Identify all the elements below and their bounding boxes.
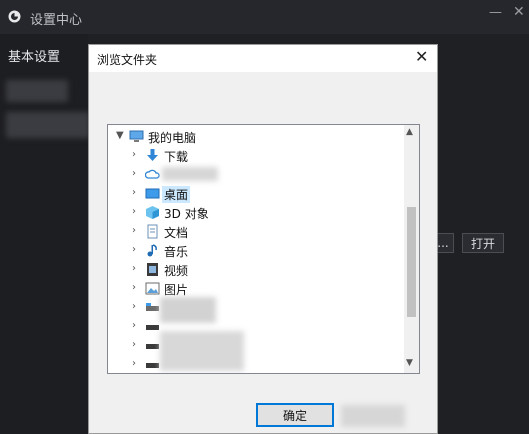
drive-icon <box>146 363 159 368</box>
chevron-right-icon[interactable]: › <box>132 225 136 236</box>
tree-item-label: 视频 <box>164 264 189 278</box>
blurred-region <box>6 112 90 138</box>
title-bar: 设置中心 — ✕ <box>0 0 529 34</box>
tree-item-drive[interactable]: › <box>108 317 404 336</box>
chevron-right-icon[interactable]: › <box>132 320 136 331</box>
scroll-up-icon[interactable]: ▲ <box>406 127 413 137</box>
tree-item-drive[interactable]: › <box>108 336 404 355</box>
app-logo-icon <box>8 10 21 23</box>
chevron-right-icon[interactable]: › <box>132 168 136 179</box>
music-icon <box>147 244 157 257</box>
scroll-thumb[interactable] <box>407 207 416 317</box>
picture-icon <box>145 282 160 295</box>
tree-item-pictures[interactable]: › 图片 <box>108 279 404 298</box>
open-button[interactable]: 打开 <box>462 233 504 253</box>
tree-item-drive[interactable]: › <box>108 355 404 373</box>
tree-scrollbar[interactable]: ▲ ▼ <box>404 125 419 373</box>
cloud-icon <box>145 169 160 179</box>
dialog-title-bar: 浏览文件夹 ✕ <box>89 45 437 72</box>
blurred-region <box>160 297 216 323</box>
chevron-down-icon[interactable]: ▼ <box>116 130 124 141</box>
folder-tree[interactable]: ▼ 我的电脑 › 下载 › › 桌面 › 3D 对象 › 文档 › 音乐 › 视… <box>107 124 420 374</box>
blurred-region <box>162 167 218 181</box>
chevron-right-icon[interactable]: › <box>132 206 136 217</box>
download-icon <box>147 149 158 161</box>
dialog-title: 浏览文件夹 <box>97 53 158 67</box>
blurred-region <box>341 405 405 427</box>
tree-item-desktop[interactable]: › 桌面 <box>108 184 404 203</box>
tree-item-music[interactable]: › 音乐 <box>108 241 404 260</box>
tree-item-label: 下载 <box>164 150 189 164</box>
chevron-right-icon[interactable]: › <box>132 282 136 293</box>
3d-objects-icon <box>146 206 159 219</box>
tree-item-downloads[interactable]: › 下载 <box>108 146 404 165</box>
tree-item-cloud[interactable]: › <box>108 165 404 184</box>
drive-icon <box>146 344 159 349</box>
ok-button[interactable]: 确定 <box>256 403 334 427</box>
chevron-right-icon[interactable]: › <box>132 301 136 312</box>
tree-item-label: 我的电脑 <box>148 131 197 145</box>
dialog-close-button[interactable]: ✕ <box>415 47 428 66</box>
desktop-icon <box>145 188 160 199</box>
video-icon <box>147 263 158 276</box>
blurred-region <box>160 331 244 371</box>
tree-item-label: 文档 <box>164 226 189 240</box>
chevron-right-icon[interactable]: › <box>132 358 136 369</box>
minimize-button[interactable]: — <box>489 5 502 20</box>
tree-item-label: 图片 <box>164 283 189 297</box>
chevron-right-icon[interactable]: › <box>132 187 136 198</box>
chevron-right-icon[interactable]: › <box>132 339 136 350</box>
document-icon <box>147 224 158 239</box>
browse-folder-dialog: 浏览文件夹 ✕ ▼ 我的电脑 › 下载 › › 桌面 › 3D 对象 › 文档 … <box>88 44 438 434</box>
tree-item-documents[interactable]: › 文档 <box>108 222 404 241</box>
window-close-button[interactable]: ✕ <box>513 4 525 20</box>
chevron-right-icon[interactable]: › <box>132 149 136 160</box>
drive-icon <box>146 325 159 330</box>
chevron-right-icon[interactable]: › <box>132 244 136 255</box>
tree-item-3d-objects[interactable]: › 3D 对象 <box>108 203 404 222</box>
tree-item-label: 3D 对象 <box>164 207 209 221</box>
sidebar-item-basic-settings[interactable]: 基本设置 <box>8 46 60 65</box>
drive-icon <box>146 303 159 311</box>
blurred-region <box>6 80 68 102</box>
tree-item-my-computer[interactable]: ▼ 我的电脑 <box>108 127 404 146</box>
tree-item-label: 音乐 <box>164 245 189 259</box>
window-title: 设置中心 <box>30 13 83 28</box>
computer-icon <box>129 130 144 142</box>
scroll-down-icon[interactable]: ▼ <box>406 358 413 368</box>
tree-item-drive[interactable]: › <box>108 298 404 317</box>
tree-item-videos[interactable]: › 视频 <box>108 260 404 279</box>
tree-item-label: 桌面 <box>162 186 191 203</box>
chevron-right-icon[interactable]: › <box>132 263 136 274</box>
